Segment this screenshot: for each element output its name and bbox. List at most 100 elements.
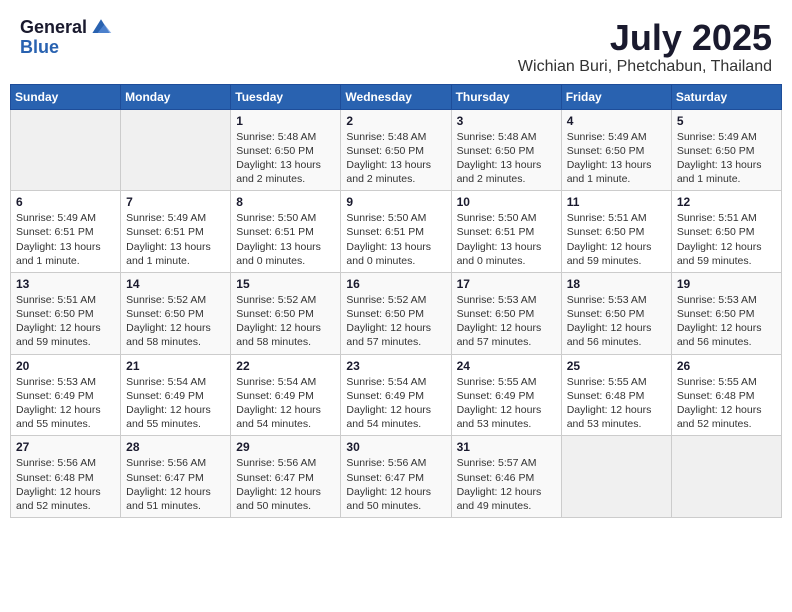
day-number: 2 — [346, 114, 445, 128]
day-info: Sunrise: 5:52 AMSunset: 6:50 PMDaylight:… — [236, 293, 335, 350]
calendar-day-cell: 11Sunrise: 5:51 AMSunset: 6:50 PMDayligh… — [561, 191, 671, 273]
month-title: July 2025 — [518, 18, 772, 58]
day-number: 17 — [457, 277, 556, 291]
calendar-day-cell: 18 Sunrise: 5:53 AMSunset: 6:50 PMDayligh… — [561, 272, 671, 354]
day-info: Sunrise: 5:49 AMSunset: 6:51 PMDaylight:… — [126, 211, 225, 268]
calendar-day-cell: 3 Sunrise: 5:48 AMSunset: 6:50 PMDaylight… — [451, 109, 561, 191]
day-info: Sunrise: 5:54 AMSunset: 6:49 PMDaylight:… — [346, 375, 445, 432]
day-info: Sunrise: 5:53 AMSunset: 6:50 PMDaylight:… — [457, 293, 556, 350]
day-info: Sunrise: 5:55 AMSunset: 6:49 PMDaylight:… — [457, 375, 556, 432]
logo-icon — [89, 17, 113, 37]
day-number: 25 — [567, 359, 666, 373]
day-number: 23 — [346, 359, 445, 373]
day-number: 4 — [567, 114, 666, 128]
page-header: General Blue July 2025 Wichian Buri, Phe… — [10, 10, 782, 80]
day-info: Sunrise: 5:56 AMSunset: 6:47 PMDaylight:… — [236, 456, 335, 513]
day-info: Sunrise: 5:52 AMSunset: 6:50 PMDaylight:… — [126, 293, 225, 350]
calendar-day-cell: 20 Sunrise: 5:53 AMSunset: 6:49 PMDayligh… — [11, 354, 121, 436]
calendar-table: SundayMondayTuesdayWednesdayThursdayFrid… — [10, 84, 782, 518]
day-info: Sunrise: 5:48 AMSunset: 6:50 PMDaylight:… — [346, 130, 445, 187]
calendar-week-row: 6 Sunrise: 5:49 AMSunset: 6:51 PMDaylight… — [11, 191, 782, 273]
day-number: 5 — [677, 114, 776, 128]
day-info: Sunrise: 5:56 AMSunset: 6:47 PMDaylight:… — [346, 456, 445, 513]
calendar-day-cell: 31Sunrise: 5:57 AMSunset: 6:46 PMDayligh… — [451, 436, 561, 518]
calendar-day-cell: 24 Sunrise: 5:55 AMSunset: 6:49 PMDayligh… — [451, 354, 561, 436]
calendar-day-cell: 2 Sunrise: 5:48 AMSunset: 6:50 PMDaylight… — [341, 109, 451, 191]
calendar-day-cell: 22Sunrise: 5:54 AMSunset: 6:49 PMDayligh… — [231, 354, 341, 436]
day-info: Sunrise: 5:49 AMSunset: 6:51 PMDaylight:… — [16, 211, 115, 268]
day-info: Sunrise: 5:56 AMSunset: 6:48 PMDaylight:… — [16, 456, 115, 513]
calendar-day-cell: 21 Sunrise: 5:54 AMSunset: 6:49 PMDayligh… — [121, 354, 231, 436]
weekday-header: Wednesday — [341, 84, 451, 109]
calendar-week-row: 1 Sunrise: 5:48 AMSunset: 6:50 PMDaylight… — [11, 109, 782, 191]
day-info: Sunrise: 5:49 AMSunset: 6:50 PMDaylight:… — [567, 130, 666, 187]
calendar-day-cell: 7 Sunrise: 5:49 AMSunset: 6:51 PMDaylight… — [121, 191, 231, 273]
calendar-body: 1 Sunrise: 5:48 AMSunset: 6:50 PMDaylight… — [11, 109, 782, 517]
day-number: 28 — [126, 440, 225, 454]
day-info: Sunrise: 5:53 AMSunset: 6:50 PMDaylight:… — [677, 293, 776, 350]
day-info: Sunrise: 5:53 AMSunset: 6:49 PMDaylight:… — [16, 375, 115, 432]
calendar-day-cell: 6 Sunrise: 5:49 AMSunset: 6:51 PMDaylight… — [11, 191, 121, 273]
day-info: Sunrise: 5:54 AMSunset: 6:49 PMDaylight:… — [236, 375, 335, 432]
day-info: Sunrise: 5:51 AMSunset: 6:50 PMDaylight:… — [677, 211, 776, 268]
day-info: Sunrise: 5:51 AMSunset: 6:50 PMDaylight:… — [16, 293, 115, 350]
day-info: Sunrise: 5:49 AMSunset: 6:50 PMDaylight:… — [677, 130, 776, 187]
day-number: 29 — [236, 440, 335, 454]
calendar-day-cell: 28 Sunrise: 5:56 AMSunset: 6:47 PMDayligh… — [121, 436, 231, 518]
day-number: 13 — [16, 277, 115, 291]
calendar-week-row: 13 Sunrise: 5:51 AMSunset: 6:50 PMDayligh… — [11, 272, 782, 354]
day-info: Sunrise: 5:54 AMSunset: 6:49 PMDaylight:… — [126, 375, 225, 432]
weekday-header: Friday — [561, 84, 671, 109]
day-number: 30 — [346, 440, 445, 454]
calendar-day-cell: 13 Sunrise: 5:51 AMSunset: 6:50 PMDayligh… — [11, 272, 121, 354]
logo-general-text: General — [20, 18, 87, 38]
header-row: SundayMondayTuesdayWednesdayThursdayFrid… — [11, 84, 782, 109]
day-info: Sunrise: 5:50 AMSunset: 6:51 PMDaylight:… — [346, 211, 445, 268]
day-number: 3 — [457, 114, 556, 128]
day-number: 12 — [677, 195, 776, 209]
weekday-header: Monday — [121, 84, 231, 109]
calendar-day-cell: 14Sunrise: 5:52 AMSunset: 6:50 PMDayligh… — [121, 272, 231, 354]
day-number: 24 — [457, 359, 556, 373]
location-title: Wichian Buri, Phetchabun, Thailand — [518, 58, 772, 76]
day-info: Sunrise: 5:57 AMSunset: 6:46 PMDaylight:… — [457, 456, 556, 513]
title-block: July 2025 Wichian Buri, Phetchabun, Thai… — [518, 18, 772, 76]
day-info: Sunrise: 5:50 AMSunset: 6:51 PMDaylight:… — [457, 211, 556, 268]
calendar-day-cell: 29 Sunrise: 5:56 AMSunset: 6:47 PMDayligh… — [231, 436, 341, 518]
calendar-day-cell: 26Sunrise: 5:55 AMSunset: 6:48 PMDayligh… — [671, 354, 781, 436]
day-number: 19 — [677, 277, 776, 291]
calendar-day-cell: 9Sunrise: 5:50 AMSunset: 6:51 PMDaylight… — [341, 191, 451, 273]
calendar-header: SundayMondayTuesdayWednesdayThursdayFrid… — [11, 84, 782, 109]
day-number: 26 — [677, 359, 776, 373]
day-info: Sunrise: 5:52 AMSunset: 6:50 PMDaylight:… — [346, 293, 445, 350]
day-info: Sunrise: 5:53 AMSunset: 6:50 PMDaylight:… — [567, 293, 666, 350]
logo: General Blue — [20, 18, 113, 58]
day-info: Sunrise: 5:48 AMSunset: 6:50 PMDaylight:… — [236, 130, 335, 187]
calendar-day-cell — [121, 109, 231, 191]
day-info: Sunrise: 5:48 AMSunset: 6:50 PMDaylight:… — [457, 130, 556, 187]
day-number: 21 — [126, 359, 225, 373]
weekday-header: Saturday — [671, 84, 781, 109]
weekday-header: Tuesday — [231, 84, 341, 109]
weekday-header: Sunday — [11, 84, 121, 109]
day-info: Sunrise: 5:56 AMSunset: 6:47 PMDaylight:… — [126, 456, 225, 513]
day-number: 8 — [236, 195, 335, 209]
calendar-week-row: 27Sunrise: 5:56 AMSunset: 6:48 PMDayligh… — [11, 436, 782, 518]
calendar-day-cell: 8Sunrise: 5:50 AMSunset: 6:51 PMDaylight… — [231, 191, 341, 273]
day-number: 20 — [16, 359, 115, 373]
calendar-day-cell: 15Sunrise: 5:52 AMSunset: 6:50 PMDayligh… — [231, 272, 341, 354]
day-number: 10 — [457, 195, 556, 209]
calendar-day-cell: 4 Sunrise: 5:49 AMSunset: 6:50 PMDaylight… — [561, 109, 671, 191]
day-number: 1 — [236, 114, 335, 128]
day-number: 7 — [126, 195, 225, 209]
calendar-day-cell: 27Sunrise: 5:56 AMSunset: 6:48 PMDayligh… — [11, 436, 121, 518]
calendar-day-cell: 16Sunrise: 5:52 AMSunset: 6:50 PMDayligh… — [341, 272, 451, 354]
calendar-day-cell: 1 Sunrise: 5:48 AMSunset: 6:50 PMDaylight… — [231, 109, 341, 191]
day-number: 6 — [16, 195, 115, 209]
day-number: 18 — [567, 277, 666, 291]
calendar-day-cell: 17 Sunrise: 5:53 AMSunset: 6:50 PMDayligh… — [451, 272, 561, 354]
day-info: Sunrise: 5:55 AMSunset: 6:48 PMDaylight:… — [567, 375, 666, 432]
calendar-week-row: 20 Sunrise: 5:53 AMSunset: 6:49 PMDayligh… — [11, 354, 782, 436]
weekday-header: Thursday — [451, 84, 561, 109]
calendar-day-cell: 23 Sunrise: 5:54 AMSunset: 6:49 PMDayligh… — [341, 354, 451, 436]
